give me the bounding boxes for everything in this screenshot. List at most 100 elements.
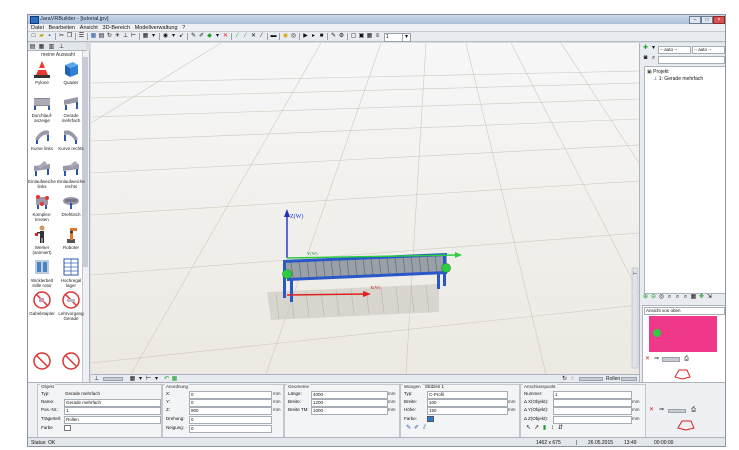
dy-input[interactable] xyxy=(553,407,632,415)
save-icon[interactable]: ▪ xyxy=(46,33,53,40)
palette-item-hochregal[interactable]: Hochregal lager xyxy=(57,257,85,288)
close-button[interactable]: × xyxy=(713,16,725,24)
dropdown-icon[interactable]: ▾ xyxy=(170,33,177,40)
anschluss-tool3-icon[interactable]: ▮ xyxy=(541,425,548,432)
play-icon[interactable]: ▶ xyxy=(302,33,309,40)
target-icon[interactable]: ◎ xyxy=(290,33,297,40)
cut-icon[interactable]: ✂ xyxy=(58,33,65,40)
settings-icon[interactable]: ⚙ xyxy=(338,33,345,40)
wangen-typ-select[interactable]: C-Profil xyxy=(427,391,508,399)
line2-icon[interactable]: ⁄ xyxy=(242,33,249,40)
magnify3-icon[interactable]: ⌕ xyxy=(682,294,689,301)
palette-tab-icon[interactable]: ▤ xyxy=(29,44,36,51)
tree-node-projekt[interactable]: ▣ Projekt xyxy=(647,69,669,75)
layer-input[interactable]: 1 xyxy=(384,33,403,42)
draw-icon[interactable]: ✐ xyxy=(198,33,205,40)
light-icon[interactable]: ☀ xyxy=(114,33,121,40)
grid2-icon[interactable]: ▦ xyxy=(366,33,373,40)
palette-item-durchlauf[interactable]: Durchlauf-anzeige xyxy=(28,92,56,123)
minimap-delete-icon[interactable]: ✕ xyxy=(644,356,651,363)
snap-icon[interactable]: ◉ xyxy=(282,33,289,40)
open-icon[interactable]: ▰ xyxy=(38,33,45,40)
line-icon[interactable]: ⁄ xyxy=(234,33,241,40)
bottom-slider[interactable] xyxy=(668,409,686,413)
magnify-icon[interactable]: ⌕ xyxy=(666,294,673,301)
x-input[interactable]: 0 xyxy=(189,391,272,399)
pencil-icon[interactable]: ✎ xyxy=(330,33,337,40)
model-icon[interactable]: ▦ xyxy=(90,33,97,40)
minimap-slider[interactable] xyxy=(662,357,680,362)
anschluss-tool2-icon[interactable]: ↗ xyxy=(533,425,540,432)
ruler-icon[interactable]: ⊥ xyxy=(122,33,129,40)
menu-datei[interactable]: Datei xyxy=(31,24,44,32)
minimize-button[interactable]: – xyxy=(689,16,701,24)
palette-tab2-icon[interactable]: ▦ xyxy=(38,44,45,51)
wangen-farbe-swatch[interactable] xyxy=(427,416,434,422)
tab-wangen[interactable]: Wangen xyxy=(403,384,422,389)
tree-search-input[interactable] xyxy=(658,56,725,64)
palette-item-gerade[interactable]: Gerade mehrfach xyxy=(57,92,85,123)
rollen-slider[interactable] xyxy=(621,377,637,381)
minimap-link-icon[interactable]: ⇒ xyxy=(653,356,660,363)
palette-item-more[interactable] xyxy=(28,351,56,372)
wangen-hoehe-input[interactable]: 150 xyxy=(427,407,508,415)
palette-item-lehrvorgang[interactable]: Lehrvorgang Gerade xyxy=(57,290,85,321)
palette-item-more2[interactable] xyxy=(57,351,85,372)
magnify2-icon[interactable]: ⌕ xyxy=(674,294,681,301)
rotate-icon[interactable]: ↻ xyxy=(106,33,113,40)
anschluss-tool5-icon[interactable]: ⇵ xyxy=(557,425,564,432)
window-icon[interactable]: ▢ xyxy=(350,33,357,40)
3d-viewport[interactable]: Z(W) Y(W) X(W) ⊢ xyxy=(91,43,639,374)
edit-icon[interactable]: ✎ xyxy=(190,33,197,40)
pan-icon[interactable]: ⇲ xyxy=(706,294,713,301)
filter-select-1[interactable]: -- auto -- xyxy=(658,46,691,54)
traeger-select[interactable]: Rollen xyxy=(64,416,161,424)
farbe-swatch[interactable] xyxy=(64,425,71,431)
zoom-slider[interactable] xyxy=(103,377,123,381)
move-icon[interactable]: ✥ xyxy=(698,294,705,301)
new-icon[interactable]: □ xyxy=(30,33,37,40)
pos-input[interactable]: 1 xyxy=(64,407,161,415)
connection-point-start[interactable] xyxy=(282,269,292,279)
dx-input[interactable] xyxy=(553,399,632,407)
tab-stuetzen[interactable]: Stützen 1 xyxy=(425,384,444,389)
menu-3d-bereich[interactable]: 3D-Bereich xyxy=(103,24,131,32)
dropdown2-icon[interactable]: ▾ xyxy=(214,33,221,40)
palette-item-einlauf-rechts[interactable]: Einlaufweiche rechts xyxy=(57,158,85,189)
zoom-out-icon[interactable]: ⊖ xyxy=(650,294,657,301)
layer-icon[interactable]: ▾ xyxy=(150,33,157,40)
laenge-input[interactable]: 4000 xyxy=(311,391,388,399)
line3-icon[interactable]: ⁄ xyxy=(258,33,265,40)
stop-icon[interactable]: ■ xyxy=(318,33,325,40)
zoom-fit-icon[interactable]: ◎ xyxy=(658,294,665,301)
render-slider[interactable] xyxy=(579,377,603,381)
neigung-input[interactable]: 0 xyxy=(189,425,272,433)
palette-item-kurve-links[interactable]: Kurve links xyxy=(28,125,56,151)
dz-input[interactable] xyxy=(553,416,632,424)
pointer-icon[interactable]: ➹ xyxy=(178,33,185,40)
search-icon[interactable]: ⌕ xyxy=(650,55,657,62)
anschluss-tool1-icon[interactable]: ↖ xyxy=(525,425,532,432)
maximize-button[interactable]: □ xyxy=(701,16,713,24)
name-input[interactable]: Gerade mehrfach xyxy=(64,399,161,407)
palette-item-komplexknoten[interactable]: Komplex-knoten xyxy=(28,191,56,222)
tree-node-gerade[interactable]: ⊥ 1: Gerade mehrfach xyxy=(653,76,703,82)
palette-item-kurve-rechts[interactable]: Kurve rechts xyxy=(57,125,85,151)
menu-ansicht[interactable]: Ansicht xyxy=(80,24,98,32)
z-input[interactable]: 900 xyxy=(189,407,272,415)
palette-item-roboter[interactable]: Roboter xyxy=(57,224,85,250)
palette-tab3-icon[interactable]: ▥ xyxy=(48,44,55,51)
camera2-icon[interactable]: ◙ xyxy=(642,55,649,62)
minimap-print-icon[interactable]: ⎙ xyxy=(683,356,690,363)
filter-select-2[interactable]: -- auto -- xyxy=(692,46,725,54)
nummer-select[interactable]: 1 xyxy=(553,391,632,399)
y-input[interactable]: 0 xyxy=(189,399,272,407)
print2-icon[interactable]: ⎙ xyxy=(690,407,697,414)
add-icon[interactable]: ◆ xyxy=(206,33,213,40)
palette-tab4-icon[interactable]: ⊥ xyxy=(58,44,65,51)
window2-icon[interactable]: ▣ xyxy=(358,33,365,40)
palette-item-drehtisch[interactable]: Drehtisch xyxy=(57,191,85,217)
menu-modellverwaltung[interactable]: Modellverwaltung xyxy=(135,24,178,32)
palette-item-pylone[interactable]: Pylone xyxy=(28,59,56,85)
measure-icon[interactable]: ⊢ xyxy=(130,33,137,40)
